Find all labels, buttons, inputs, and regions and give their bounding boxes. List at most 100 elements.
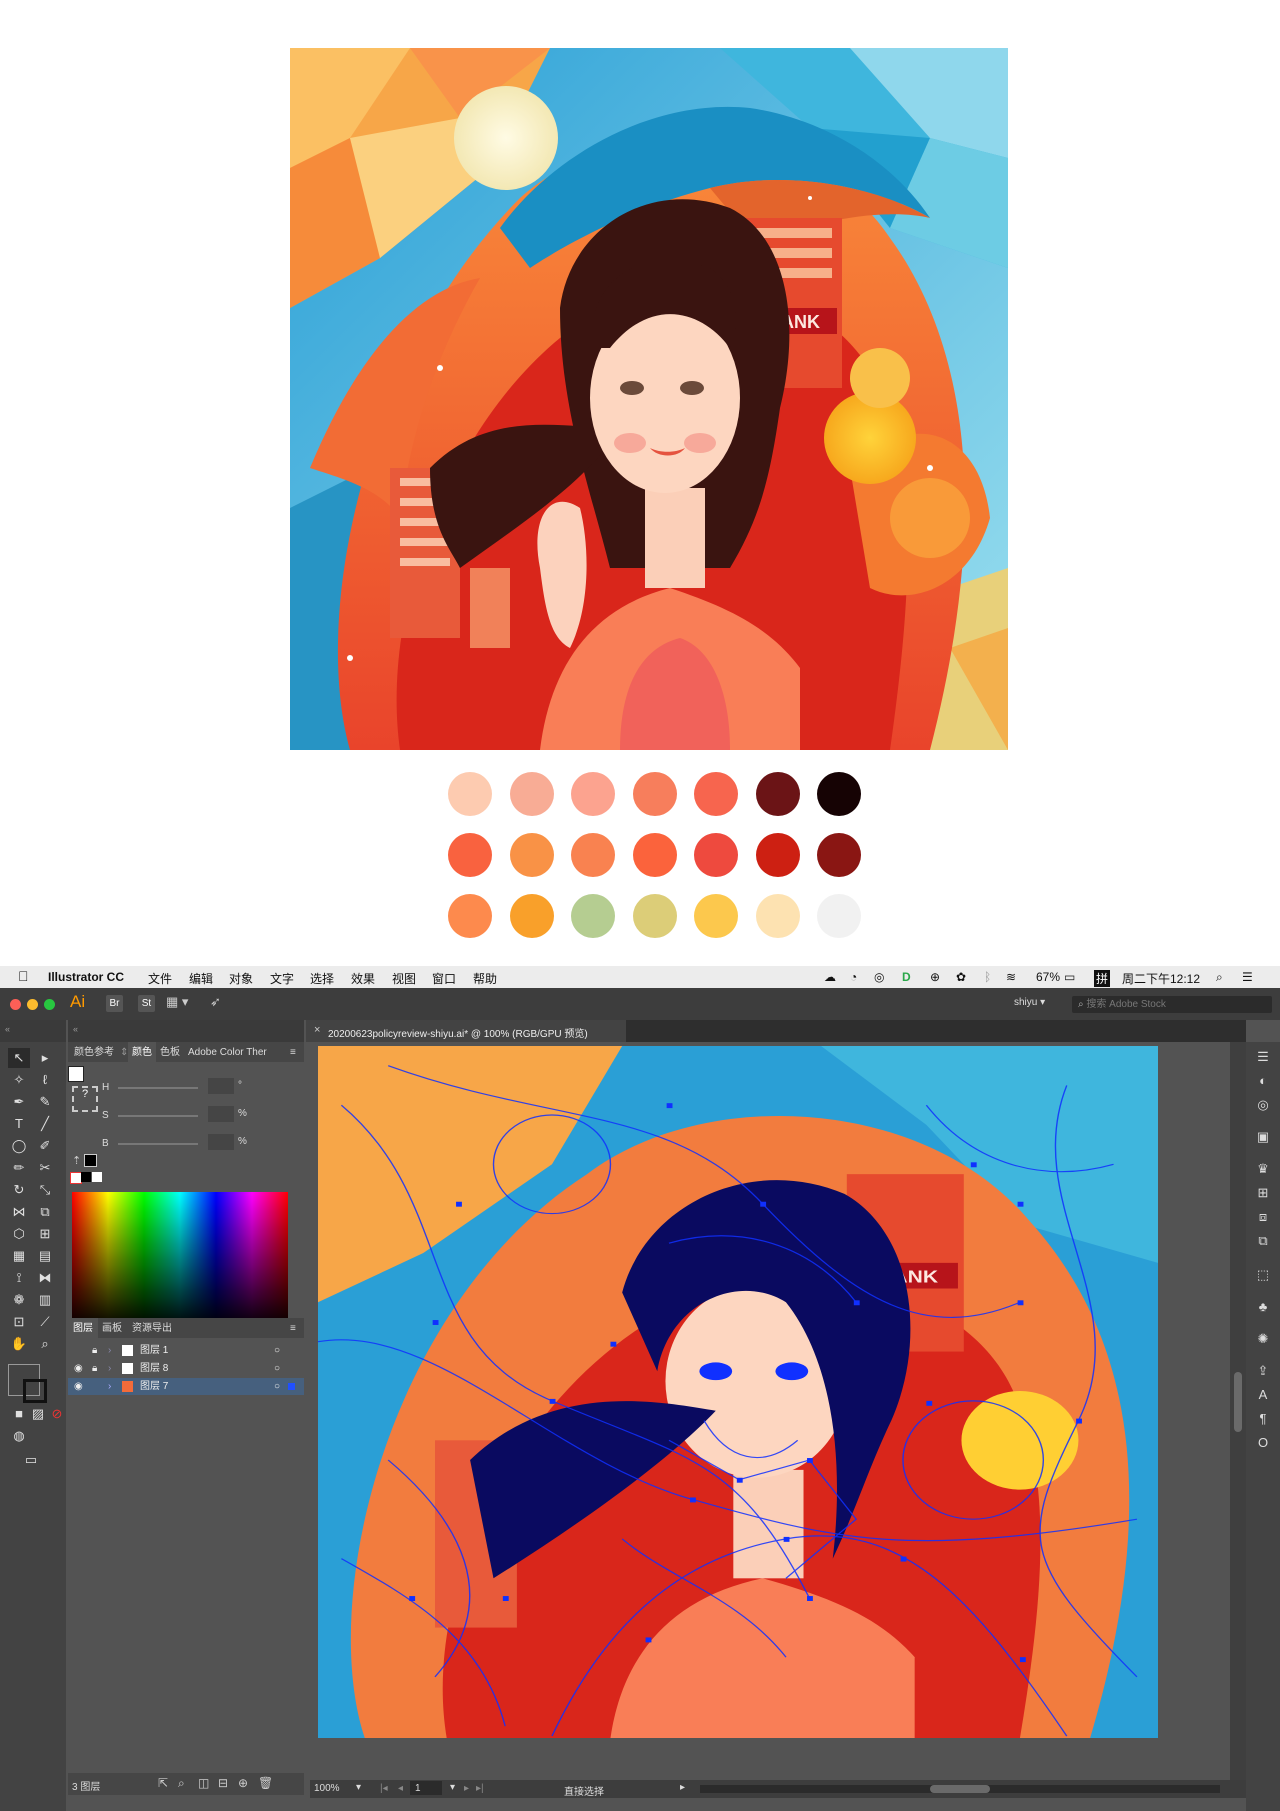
layer-name[interactable]: 图层 1 — [140, 1342, 168, 1359]
slice-tool-icon[interactable]: ⟋ — [34, 1312, 56, 1332]
align-panel-icon[interactable]: ⊞ — [1254, 1184, 1272, 1202]
sync-icon[interactable]: ◔ — [850, 970, 857, 984]
pen-tool-icon[interactable]: ✒ — [8, 1092, 30, 1112]
tab-color[interactable]: 颜色 — [128, 1042, 156, 1064]
brightness-slider[interactable] — [118, 1143, 198, 1145]
appearance-panel-icon[interactable]: ◐ — [1254, 1072, 1272, 1090]
new-layer-icon[interactable]: ⊕ — [238, 1776, 248, 1790]
libraries-panel-icon[interactable]: ⬚ — [1254, 1266, 1272, 1284]
target-circle-icon[interactable]: ○ — [274, 1342, 280, 1359]
eyedropper-tool-icon[interactable]: ⟟ — [8, 1268, 30, 1288]
tab-layers[interactable]: 图层 — [68, 1318, 98, 1340]
gpu-performance-icon[interactable]: ➶ — [210, 994, 221, 1010]
artboard-number-input[interactable]: 1 — [410, 1781, 442, 1795]
menu-type[interactable]: 文字 — [270, 970, 294, 987]
cloud-icon[interactable]: ☁ — [824, 970, 836, 984]
minimize-window-button[interactable] — [27, 999, 38, 1010]
perspective-grid-tool-icon[interactable]: ⊞ — [34, 1224, 56, 1244]
target-circle-icon[interactable]: ○ — [274, 1360, 280, 1377]
expand-arrow-icon[interactable]: › — [108, 1378, 111, 1395]
free-transform-tool-icon[interactable]: ⧉ — [34, 1202, 56, 1222]
vertical-scroll-thumb[interactable] — [1234, 1372, 1242, 1432]
spotlight-search-icon[interactable]: ⌕ — [1216, 970, 1223, 985]
zoom-window-button[interactable] — [44, 999, 55, 1010]
tab-color-guide[interactable]: 颜色参考 — [74, 1042, 114, 1064]
close-tab-icon[interactable]: × — [314, 1024, 320, 1036]
last-artboard-icon[interactable]: ▸| — [476, 1783, 484, 1794]
menubar-clock[interactable]: 周二下午12:12 — [1122, 970, 1200, 987]
last-color-swatch[interactable] — [84, 1154, 97, 1167]
symbols-panel-icon[interactable]: ♣ — [1254, 1298, 1272, 1316]
tab-artboards[interactable]: 画板 — [102, 1318, 122, 1340]
menu-help[interactable]: 帮助 — [473, 970, 497, 987]
menu-object[interactable]: 对象 — [229, 970, 253, 987]
brushes-panel-icon[interactable]: ♛ — [1254, 1160, 1272, 1178]
brightness-value-input[interactable] — [208, 1134, 234, 1150]
blend-tool-icon[interactable]: ⧓ — [34, 1268, 56, 1288]
fill-swatch[interactable] — [68, 1066, 84, 1082]
layer-name[interactable]: 图层 8 — [140, 1360, 168, 1377]
white-swatch[interactable] — [92, 1172, 102, 1182]
expand-arrow-icon[interactable]: › — [108, 1360, 111, 1377]
curvature-tool-icon[interactable]: ✎ — [34, 1092, 56, 1112]
out-of-gamut-warning-icon[interactable]: ? — [72, 1086, 98, 1112]
notification-center-icon[interactable]: ☰ — [1242, 970, 1253, 984]
fill-stroke-widget[interactable] — [8, 1364, 47, 1403]
menu-file[interactable]: 文件 — [148, 970, 172, 987]
expand-arrow-icon[interactable]: › — [108, 1342, 111, 1359]
arrange-documents-icon[interactable]: ▦ ▾ — [166, 994, 188, 1010]
hue-value-input[interactable] — [208, 1078, 234, 1094]
selection-indicator[interactable] — [288, 1383, 295, 1390]
wifi-icon[interactable]: ≋ — [1006, 970, 1016, 984]
add-circle-icon[interactable]: ⊕ — [930, 970, 940, 984]
creative-cloud-icon[interactable]: ◎ — [874, 970, 884, 984]
wechat-icon[interactable]: ✿ — [956, 970, 966, 984]
rotate-tool-icon[interactable]: ↻ — [8, 1180, 30, 1200]
horizontal-scrollbar[interactable] — [700, 1785, 1220, 1793]
layer-name[interactable]: 图层 7 — [140, 1378, 168, 1395]
status-menu-icon[interactable]: ▸ — [680, 1782, 685, 1793]
menu-effect[interactable]: 效果 — [351, 970, 375, 987]
lock-icon[interactable]: 🔒︎ — [92, 1342, 97, 1359]
battery-icon[interactable]: ▭ — [1064, 970, 1075, 984]
pencil-tool-icon[interactable]: ✏ — [8, 1158, 30, 1178]
pathfinder-panel-icon[interactable]: ⧈ — [1254, 1208, 1272, 1226]
layer-row-1[interactable]: 🔒︎ › 图层 1 ○ — [68, 1342, 304, 1359]
menu-edit[interactable]: 编辑 — [189, 970, 213, 987]
direct-selection-tool-icon[interactable]: ▸ — [34, 1048, 56, 1068]
collect-export-icon[interactable]: ⇱ — [158, 1776, 168, 1790]
transparency-panel-icon[interactable]: ▣ — [1254, 1128, 1272, 1146]
line-segment-tool-icon[interactable]: ╱ — [34, 1114, 56, 1134]
collapse-panels-icon[interactable]: « — [73, 1024, 78, 1034]
saturation-slider[interactable] — [118, 1115, 198, 1117]
graphic-styles-icon[interactable]: ◎ — [1254, 1096, 1272, 1114]
tab-asset-export[interactable]: 资源导出 — [132, 1318, 172, 1340]
asset-export-panel-icon[interactable]: ⇪ — [1254, 1362, 1272, 1380]
screen-mode-icon[interactable]: ▭ — [20, 1450, 42, 1470]
clipping-mask-icon[interactable]: ◫ — [198, 1776, 209, 1790]
column-graph-tool-icon[interactable]: ▥ — [34, 1290, 56, 1310]
canvas-area[interactable]: BANK — [306, 1042, 1246, 1780]
lock-icon[interactable]: 🔒︎ — [92, 1360, 97, 1377]
visibility-eye-icon[interactable]: ◉ — [74, 1378, 83, 1395]
transform-panel-icon[interactable]: ⧉ — [1254, 1232, 1272, 1250]
saturation-value-input[interactable] — [208, 1106, 234, 1122]
stroke-panel-icon[interactable]: ✺ — [1254, 1330, 1272, 1348]
visibility-eye-icon[interactable]: ◉ — [74, 1360, 83, 1377]
artboard-tool-icon[interactable]: ⊡ — [8, 1312, 30, 1332]
bluetooth-icon[interactable]: ᛒ — [984, 970, 991, 984]
selection-tool-icon[interactable]: ↖ — [8, 1048, 30, 1068]
collapse-toolbar-icon[interactable]: « — [5, 1024, 10, 1034]
delete-layer-icon[interactable]: 🗑︎ — [258, 1776, 273, 1790]
mesh-tool-icon[interactable]: ▦ — [8, 1246, 30, 1266]
tab-adobe-color-themes[interactable]: Adobe Color Ther — [188, 1042, 267, 1064]
hue-slider[interactable] — [118, 1087, 198, 1089]
app-menu[interactable]: Illustrator CC — [48, 970, 124, 984]
paragraph-panel-icon[interactable]: ¶ — [1254, 1410, 1272, 1428]
scale-tool-icon[interactable]: ⤡ — [34, 1180, 56, 1200]
menu-window[interactable]: 窗口 — [432, 970, 456, 987]
zoom-tool-icon[interactable]: ⌕ — [34, 1334, 56, 1354]
hand-tool-icon[interactable]: ✋ — [8, 1334, 30, 1354]
stock-button[interactable]: St — [138, 995, 155, 1012]
next-artboard-icon[interactable]: ▸ — [464, 1783, 469, 1794]
